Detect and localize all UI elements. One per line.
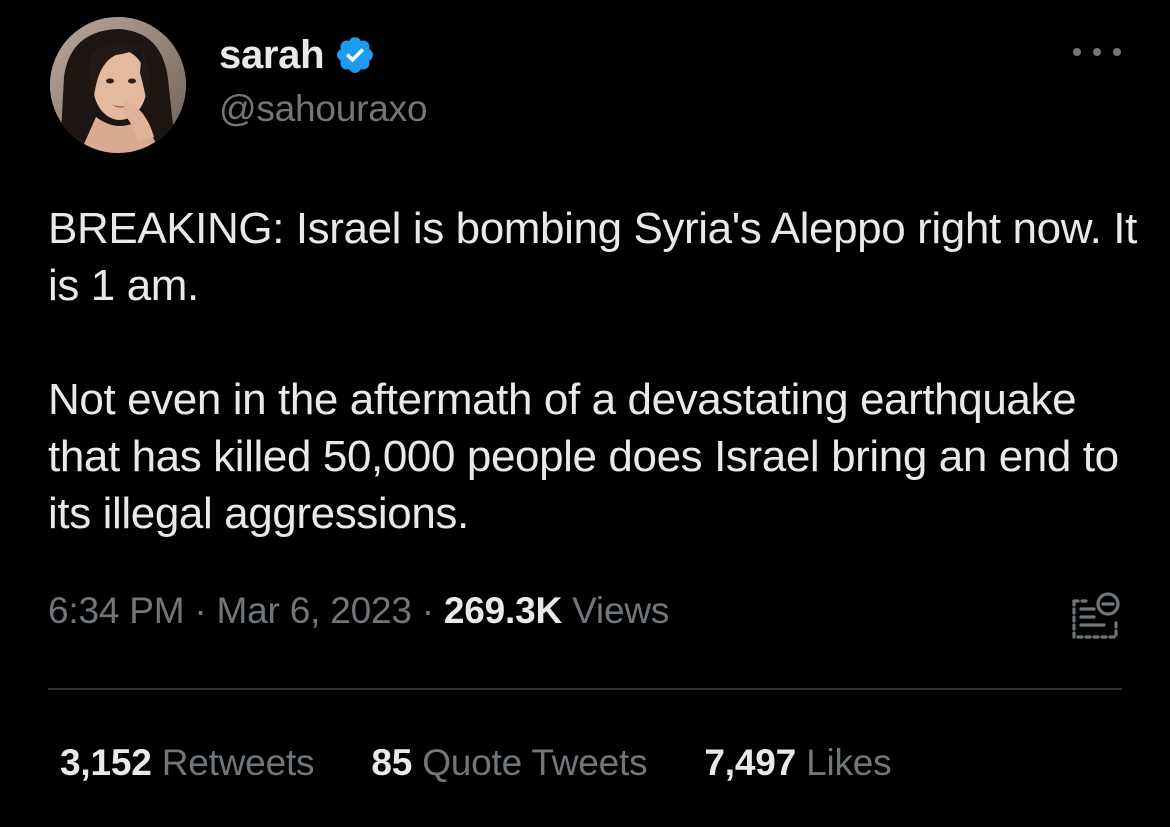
avatar-image: [50, 17, 186, 153]
tweet-date[interactable]: Mar 6, 2023: [217, 590, 412, 631]
likes-stat[interactable]: 7,497 Likes: [704, 742, 891, 784]
retweets-stat[interactable]: 3,152 Retweets: [60, 742, 315, 784]
tweet-analytics-icon[interactable]: [1068, 589, 1124, 643]
tweet-time[interactable]: 6:34 PM: [48, 590, 185, 631]
tweet-text: BREAKING: Israel is bombing Syria's Alep…: [48, 200, 1138, 542]
separator: ·: [421, 590, 434, 631]
retweets-label: Retweets: [161, 742, 315, 783]
display-name[interactable]: sarah: [219, 33, 325, 78]
divider: [48, 688, 1122, 690]
user-handle[interactable]: @sahouraxo: [219, 88, 428, 130]
tweet-paragraph: Not even in the aftermath of a devastati…: [48, 375, 1119, 538]
dot: [1073, 48, 1081, 56]
quote-tweets-stat[interactable]: 85 Quote Tweets: [371, 742, 647, 784]
views-count: 269.3K: [443, 590, 563, 631]
dot: [1093, 48, 1101, 56]
quote-tweets-count: 85: [371, 742, 413, 783]
dot: [1113, 48, 1121, 56]
avatar[interactable]: [50, 17, 186, 153]
verified-badge-icon[interactable]: [334, 34, 376, 76]
tweet-stats: 3,152 Retweets 85 Quote Tweets 7,497 Lik…: [60, 742, 948, 784]
separator: ·: [194, 590, 207, 631]
likes-count: 7,497: [704, 742, 796, 783]
quote-tweets-label: Quote Tweets: [422, 742, 648, 783]
tweet-meta: 6:34 PM · Mar 6, 2023 · 269.3K Views: [48, 590, 669, 632]
more-options-icon[interactable]: [1073, 40, 1121, 64]
views-label: Views: [572, 590, 670, 631]
user-name-row[interactable]: sarah: [219, 28, 376, 82]
likes-label: Likes: [806, 742, 892, 783]
retweets-count: 3,152: [60, 742, 152, 783]
tweet-paragraph: BREAKING: Israel is bombing Syria's Alep…: [48, 204, 1137, 310]
